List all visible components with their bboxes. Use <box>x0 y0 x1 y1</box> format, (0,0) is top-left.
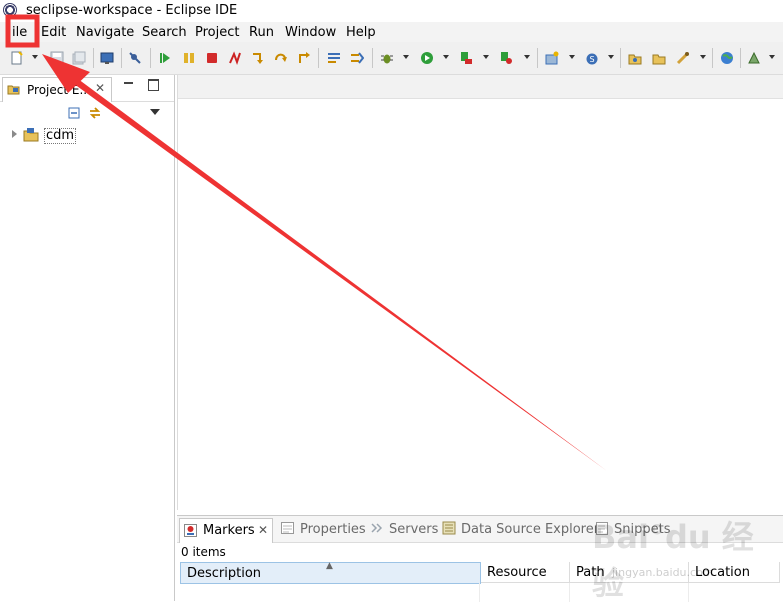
external-tools-icon[interactable] <box>499 51 513 65</box>
toolbar-separator <box>740 48 741 68</box>
column-header-description[interactable]: Description ▲ <box>180 561 481 584</box>
drop-to-frame-icon[interactable] <box>327 51 341 65</box>
toolbar-separator <box>150 48 151 68</box>
menu-navigate[interactable]: Navigate <box>76 25 134 40</box>
svg-text:S: S <box>590 55 595 64</box>
run-icon[interactable] <box>420 51 434 65</box>
globe-icon[interactable] <box>720 51 734 65</box>
menu-run[interactable]: Run <box>249 25 274 40</box>
perspective-dropdown-arrow[interactable] <box>769 55 775 59</box>
new-java-class-dropdown-arrow[interactable] <box>608 55 614 59</box>
collapse-all-icon[interactable] <box>68 107 80 119</box>
step-over-icon[interactable] <box>274 51 288 65</box>
project-folder-icon <box>23 127 39 142</box>
menu-search[interactable]: Search <box>142 25 187 40</box>
coverage-dropdown-arrow[interactable] <box>483 55 489 59</box>
toolbar-separator <box>318 48 319 68</box>
column-header-resource[interactable]: Resource <box>481 562 570 583</box>
toolbar-separator <box>93 48 94 68</box>
tab-markers[interactable]: Markers ✕ <box>179 518 273 543</box>
search-icon[interactable] <box>676 51 690 65</box>
perspective-icon[interactable] <box>747 51 761 65</box>
baidu-watermark-url: jingyan.baidu.com <box>612 566 714 579</box>
save-icon[interactable] <box>50 51 64 65</box>
column-header-label: Description <box>187 566 262 581</box>
table-cell <box>481 583 570 602</box>
expand-arrow-icon[interactable] <box>12 130 17 138</box>
toolbar-separator <box>372 48 373 68</box>
suspend-icon[interactable] <box>182 51 196 65</box>
toolbar-separator <box>121 48 122 68</box>
project-explorer-tab-label: Project E... <box>27 83 91 97</box>
close-icon[interactable]: ✕ <box>95 81 105 95</box>
toolbar-separator <box>537 48 538 68</box>
view-menu-icon[interactable] <box>150 109 160 115</box>
tree-item-label: cdm <box>44 128 77 144</box>
menu-file[interactable]: ile <box>12 25 27 40</box>
new-server-icon[interactable] <box>545 51 559 65</box>
debug-icon[interactable] <box>380 51 394 65</box>
terminate-icon[interactable] <box>205 51 219 65</box>
step-return-icon[interactable] <box>297 51 311 65</box>
save-all-icon[interactable] <box>72 51 86 65</box>
project-explorer-tabbar: Project E... ✕ <box>0 75 174 102</box>
step-into-icon[interactable] <box>251 51 265 65</box>
toolbar-separator <box>620 48 621 68</box>
tab-project-explorer[interactable]: Project E... ✕ <box>2 77 112 102</box>
tab-servers[interactable]: Servers <box>389 522 438 537</box>
menu-bar: ile Edit Navigate Search Project Run Win… <box>0 22 783 42</box>
external-tools-dropdown-arrow[interactable] <box>524 55 530 59</box>
project-explorer-panel: Project E... ✕ cdm <box>0 75 175 601</box>
table-row <box>180 583 480 602</box>
link-with-editor-icon[interactable] <box>88 106 102 120</box>
sort-ascending-icon: ▲ <box>326 561 333 571</box>
menu-edit[interactable]: Edit <box>41 25 66 40</box>
data-source-explorer-icon <box>442 521 456 535</box>
title-bar: seclipse-workspace - Eclipse IDE <box>0 0 783 22</box>
toolbar-separator <box>712 48 713 68</box>
menu-window[interactable]: Window <box>285 25 336 40</box>
tab-markers-label: Markers <box>203 523 255 538</box>
debug-dropdown-arrow[interactable] <box>403 55 409 59</box>
close-icon[interactable]: ✕ <box>258 523 268 537</box>
resume-icon[interactable] <box>158 51 172 65</box>
eclipse-icon <box>3 3 17 17</box>
search-dropdown-arrow[interactable] <box>700 55 706 59</box>
maximize-icon[interactable] <box>148 79 159 91</box>
menu-project[interactable]: Project <box>195 25 239 40</box>
tab-properties[interactable]: Properties <box>300 522 366 537</box>
tab-data-source-explorer[interactable]: Data Source Explorer <box>461 522 599 537</box>
properties-icon <box>281 522 294 534</box>
main-toolbar: S <box>0 42 783 75</box>
column-header-label: Resource <box>487 565 547 580</box>
skip-breakpoints-icon[interactable] <box>128 51 142 65</box>
editor-tab-strip <box>178 75 783 99</box>
items-count: 0 items <box>181 545 226 559</box>
coverage-icon[interactable] <box>459 51 473 65</box>
new-server-dropdown-arrow[interactable] <box>569 55 575 59</box>
tree-item-project[interactable]: cdm <box>0 127 174 145</box>
editor-area <box>177 75 783 510</box>
baidu-watermark: Bai°du 经验 <box>592 518 754 602</box>
menu-help[interactable]: Help <box>346 25 376 40</box>
window-title: seclipse-workspace - Eclipse IDE <box>26 3 238 18</box>
new-dropdown-arrow[interactable] <box>32 55 38 59</box>
minimize-icon[interactable] <box>124 82 133 84</box>
open-folder-icon[interactable] <box>652 51 666 65</box>
new-java-class-icon[interactable]: S <box>585 51 599 65</box>
disconnect-icon[interactable] <box>228 51 242 65</box>
markers-icon <box>184 524 197 537</box>
run-dropdown-arrow[interactable] <box>443 55 449 59</box>
open-type-icon[interactable] <box>628 51 642 65</box>
servers-icon <box>370 522 383 534</box>
new-file-icon[interactable] <box>10 51 24 65</box>
terminal-icon[interactable] <box>100 51 114 65</box>
project-explorer-icon <box>7 83 20 95</box>
use-step-filters-icon[interactable] <box>350 51 364 65</box>
